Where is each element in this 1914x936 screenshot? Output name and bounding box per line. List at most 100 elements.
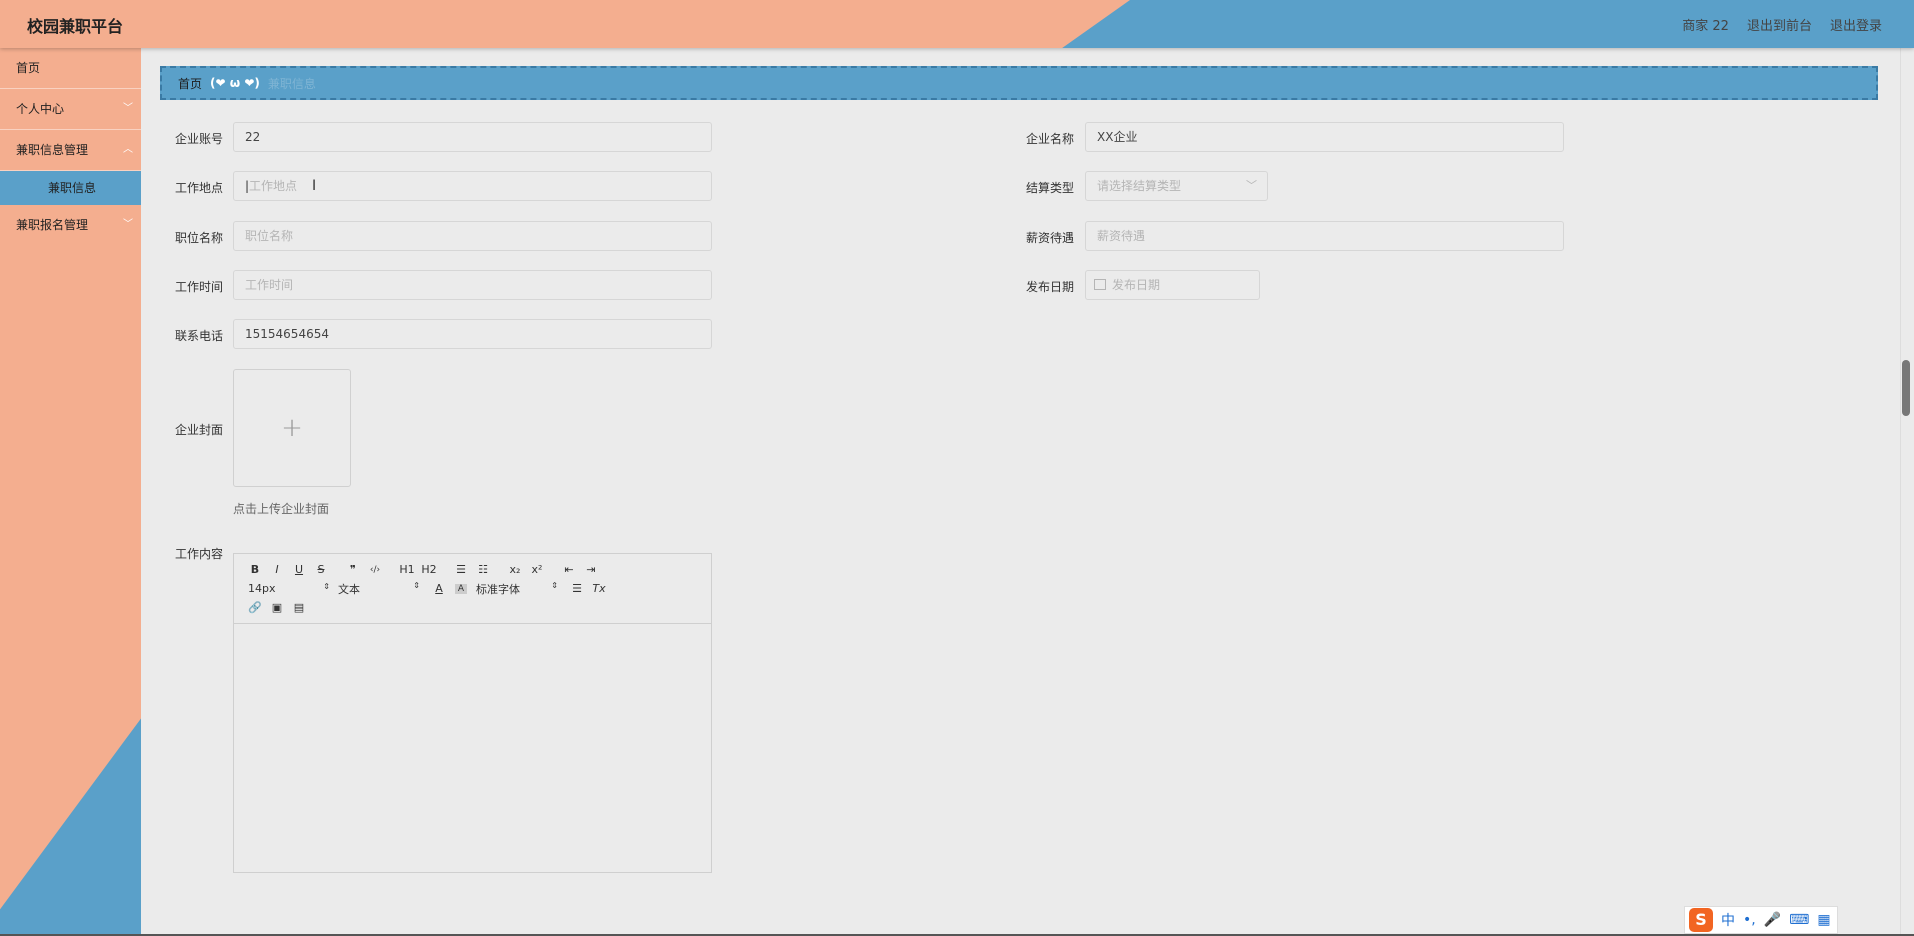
calendar-icon [1094, 279, 1106, 290]
h1-button[interactable]: H1 [396, 563, 418, 576]
plus-icon: + [281, 413, 303, 443]
pubdate-picker[interactable]: 发布日期 [1085, 270, 1260, 300]
location-input[interactable]: |工作地点 I [233, 171, 712, 201]
outdent-button[interactable]: ⇤ [558, 563, 580, 576]
salary-label: 薪资待遇 [1025, 231, 1074, 245]
phone-label: 联系电话 [174, 329, 223, 343]
italic-button[interactable]: I [266, 563, 288, 576]
sidebar-item-label: 兼职信息 [48, 181, 97, 195]
sidebar-item-job-info-management[interactable]: 兼职信息管理 ︿ [0, 130, 141, 171]
clear-format-button[interactable]: Tx [588, 582, 610, 595]
underline-button[interactable]: U [288, 563, 310, 576]
bold-button[interactable]: B [244, 563, 266, 576]
pubdate-label: 发布日期 [1025, 280, 1074, 294]
chevron-down-icon: ﹀ [123, 219, 133, 230]
logout-link[interactable]: 退出登录 [1830, 15, 1882, 34]
vertical-scrollbar[interactable] [1900, 48, 1914, 936]
editor-content-area[interactable] [234, 624, 711, 872]
account-label: 企业账号 [174, 132, 223, 146]
sidebar-menu: 首页 个人中心 ﹀ 兼职信息管理 ︿ 兼职信息 兼职报名管理 ﹀ [0, 48, 141, 245]
keyboard-icon[interactable]: ⌨ [1789, 912, 1809, 928]
updown-icon: ⇕ [323, 582, 330, 591]
sidebar: 首页 个人中心 ﹀ 兼职信息管理 ︿ 兼职信息 兼职报名管理 ﹀ [0, 48, 141, 936]
sidebar-item-label: 首页 [16, 61, 41, 75]
ime-toolbar: S 中 •, 🎤 ⌨ ▦ [1684, 906, 1838, 934]
sidebar-subitem-job-info[interactable]: 兼职信息 [0, 171, 141, 205]
settle-select[interactable]: 请选择结算类型 ﹀ [1085, 171, 1268, 201]
salary-input[interactable]: 薪资待遇 [1085, 221, 1564, 251]
image-icon[interactable]: ▣ [266, 601, 288, 614]
sogou-logo-icon[interactable]: S [1689, 908, 1713, 932]
worktime-label: 工作时间 [174, 280, 223, 294]
sidebar-item-label: 兼职报名管理 [16, 218, 89, 232]
app-title: 校园兼职平台 [27, 17, 124, 36]
strike-button[interactable]: S [310, 563, 332, 576]
settle-placeholder: 请选择结算类型 [1097, 179, 1182, 193]
grid-menu-icon[interactable]: ▦ [1817, 912, 1830, 928]
cover-upload-tip: 点击上传企业封面 [233, 502, 330, 516]
ordered-list-button[interactable]: ☰ [450, 563, 472, 576]
ime-punct-toggle[interactable]: •, [1743, 912, 1756, 928]
scrollbar-thumb[interactable] [1902, 360, 1910, 416]
breadcrumb-emoticon: (❤ ω ❤) [210, 76, 260, 90]
superscript-button[interactable]: x² [526, 563, 548, 576]
phone-input[interactable]: 15154654654 [233, 319, 712, 349]
sidebar-item-label: 个人中心 [16, 102, 65, 116]
link-icon[interactable]: 🔗 [244, 601, 266, 614]
content-label: 工作内容 [174, 547, 223, 561]
sidebar-item-signup-management[interactable]: 兼职报名管理 ﹀ [0, 205, 141, 245]
header-actions: 商家 22 退出到前台 退出登录 [1682, 15, 1882, 34]
video-icon[interactable]: ▤ [288, 601, 310, 614]
code-button[interactable]: ‹/› [364, 565, 386, 575]
h2-button[interactable]: H2 [418, 563, 440, 576]
rich-text-editor: B I U S ❞ ‹/› H1 H2 ☰ ☷ x₂ x² ⇤ ⇥ 14px ⇕ [233, 553, 712, 873]
font-family-value: 标准字体 [476, 582, 520, 596]
worktime-input[interactable]: 工作时间 [233, 270, 712, 300]
toolbar-row-2: 14px ⇕ 文本 ⇕ A A 标准字体 ⇕ ☰ Tx [244, 579, 703, 598]
sidebar-item-home[interactable]: 首页 [0, 48, 141, 89]
subscript-button[interactable]: x₂ [504, 563, 526, 576]
updown-icon: ⇕ [551, 580, 558, 590]
toolbar-row-3: 🔗 ▣ ▤ [244, 598, 703, 617]
position-label: 职位名称 [174, 231, 223, 245]
heading-value: 文本 [338, 582, 360, 596]
bullet-list-button[interactable]: ☷ [472, 563, 494, 576]
sidebar-item-personal-center[interactable]: 个人中心 ﹀ [0, 89, 141, 130]
breadcrumb-home[interactable]: 首页 [178, 75, 202, 92]
blockquote-button[interactable]: ❞ [342, 563, 364, 576]
user-name: 商家 22 [1682, 19, 1729, 34]
header-accent [0, 0, 1130, 48]
align-button[interactable]: ☰ [566, 582, 588, 595]
editor-toolbar: B I U S ❞ ‹/› H1 H2 ☰ ☷ x₂ x² ⇤ ⇥ 14px ⇕ [234, 554, 711, 624]
pubdate-placeholder: 发布日期 [1112, 278, 1161, 292]
chevron-down-icon: ﹀ [1246, 179, 1257, 192]
company-name-field[interactable]: XX企业 [1085, 122, 1564, 152]
top-header: 校园兼职平台 商家 22 退出到前台 退出登录 [0, 0, 1914, 48]
position-input[interactable]: 职位名称 [233, 221, 712, 251]
chevron-down-icon: ﹀ [123, 103, 133, 114]
location-placeholder: 工作地点 [249, 179, 298, 193]
cover-label: 企业封面 [174, 423, 223, 437]
microphone-icon[interactable]: 🎤 [1764, 912, 1781, 928]
breadcrumb-current: 兼职信息 [267, 76, 316, 91]
chevron-up-icon: ︿ [123, 144, 133, 155]
background-color-button[interactable]: A [455, 583, 467, 594]
font-size-value: 14px [248, 582, 276, 595]
account-field[interactable]: 22 [233, 122, 712, 152]
toolbar-row-1: B I U S ❞ ‹/› H1 H2 ☰ ☷ x₂ x² ⇤ ⇥ [244, 560, 703, 579]
cover-upload-button[interactable]: + [233, 369, 351, 487]
exit-to-front-link[interactable]: 退出到前台 [1747, 15, 1812, 34]
location-label: 工作地点 [174, 181, 223, 195]
settle-label: 结算类型 [1025, 181, 1074, 195]
ibeam-cursor-icon: I [312, 178, 317, 194]
sidebar-item-label: 兼职信息管理 [16, 143, 89, 157]
updown-icon: ⇕ [413, 580, 420, 590]
company-name-label: 企业名称 [1025, 132, 1074, 146]
indent-button[interactable]: ⇥ [580, 563, 602, 576]
font-family-select[interactable]: 标准字体 ⇕ [472, 581, 566, 597]
ime-mode-toggle[interactable]: 中 [1721, 910, 1735, 930]
heading-select[interactable]: 文本 ⇕ [338, 581, 428, 597]
font-color-button[interactable]: A [428, 582, 450, 595]
breadcrumb: 首页 (❤ ω ❤) 兼职信息 [160, 66, 1878, 100]
font-size-select[interactable]: 14px ⇕ [244, 582, 338, 595]
